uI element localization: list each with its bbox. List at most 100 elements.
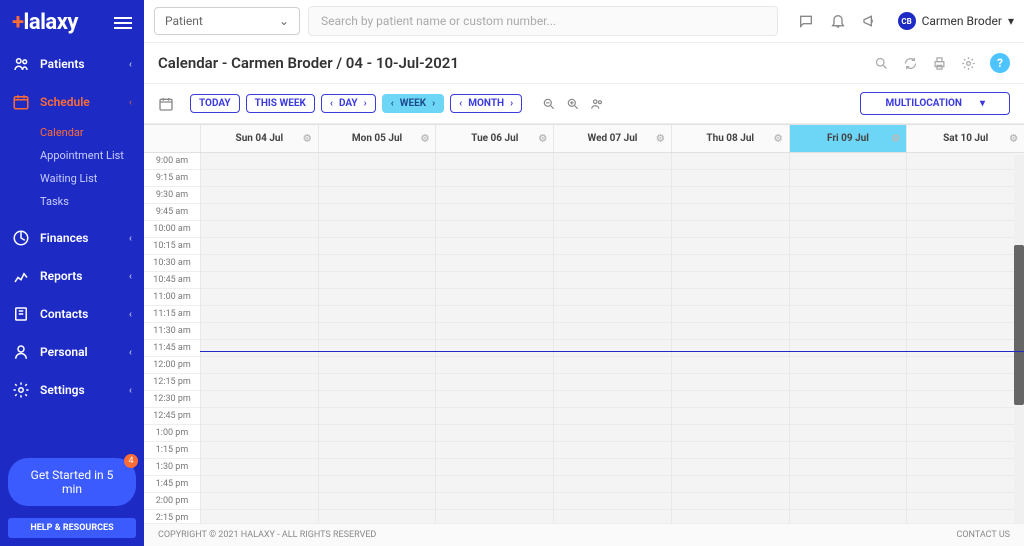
time-label: 12:15 pm [144,374,200,391]
time-label: 12:45 pm [144,408,200,425]
multilocation-button[interactable]: MULTILOCATION▾ [860,92,1010,115]
day-header[interactable]: Wed 07 Jul⚙ [553,125,671,152]
page-title: Calendar - Carmen Broder / 04 - 10-Jul-2… [158,54,459,72]
gear-icon[interactable]: ⚙ [891,133,900,144]
help-resources-button[interactable]: HELP & RESOURCES [8,518,136,538]
nav-schedule[interactable]: Schedule ‹ [0,83,144,121]
time-label: 11:00 am [144,289,200,306]
nav-label: Personal [40,345,88,359]
gear-icon[interactable] [961,56,976,71]
day-header[interactable]: Sun 04 Jul⚙ [200,125,318,152]
nav-label: Contacts [40,307,88,321]
chevron-left-icon: ‹ [129,347,132,358]
nav-label: Schedule [40,95,90,109]
calendar-icon[interactable] [158,96,174,112]
time-label: 9:45 am [144,204,200,221]
copyright: COPYRIGHT © 2021 HALAXY - ALL RIGHTS RES… [158,530,376,540]
nav-patients[interactable]: Patients ‹ [0,45,144,83]
gear-icon[interactable]: ⚙ [303,133,312,144]
day-header[interactable]: Sat 10 Jul⚙ [906,125,1024,152]
subnav-appointment-list[interactable]: Appointment List [40,144,144,167]
time-label: 12:30 pm [144,391,200,408]
day-column[interactable] [789,153,907,523]
gear-icon[interactable]: ⚙ [1009,133,1018,144]
day-header[interactable]: Tue 06 Jul⚙ [435,125,553,152]
schedule-icon [12,93,30,111]
subnav-calendar[interactable]: Calendar [40,121,144,144]
get-started-badge: 4 [124,454,138,468]
megaphone-icon[interactable] [862,13,878,29]
time-label: 10:45 am [144,272,200,289]
refresh-icon[interactable] [903,56,918,71]
subnav-tasks[interactable]: Tasks [40,190,144,213]
contact-link[interactable]: CONTACT US [956,530,1010,540]
time-label: 1:00 pm [144,425,200,442]
search-type-select[interactable]: Patient ⌄ [154,7,300,35]
search-input[interactable] [308,6,778,36]
chevron-left-icon: ‹ [129,271,132,282]
print-icon[interactable] [932,56,947,71]
gear-icon[interactable]: ⚙ [656,133,665,144]
time-label: 10:00 am [144,221,200,238]
nav-personal[interactable]: Personal ‹ [0,333,144,371]
gear-icon[interactable]: ⚙ [420,133,429,144]
time-label: 2:00 pm [144,493,200,510]
scrollbar-thumb[interactable] [1014,245,1024,405]
avatar: CB [898,12,916,30]
chevron-left-icon: ‹ [129,97,132,108]
chevron-left-icon: ‹ [129,233,132,244]
people-icon[interactable] [590,97,604,111]
gear-icon[interactable]: ⚙ [774,133,783,144]
day-header[interactable]: Fri 09 Jul⚙ [789,125,907,152]
nav-settings[interactable]: Settings ‹ [0,371,144,409]
chevron-left-icon: ‹ [129,59,132,70]
gear-icon[interactable]: ⚙ [538,133,547,144]
time-label: 1:15 pm [144,442,200,459]
nav-label: Reports [40,269,82,283]
day-column[interactable] [906,153,1024,523]
personal-icon [12,343,30,361]
day-column[interactable] [671,153,789,523]
day-column[interactable] [200,153,318,523]
time-label: 1:30 pm [144,459,200,476]
day-view-button[interactable]: ‹DAY› [321,94,376,113]
this-week-button[interactable]: THIS WEEK [246,94,315,113]
nav-reports[interactable]: Reports ‹ [0,257,144,295]
scrollbar[interactable] [1014,155,1024,523]
topbar: Patient ⌄ CB Carmen Broder ▾ [144,0,1024,43]
user-menu[interactable]: CB Carmen Broder ▾ [898,12,1014,30]
day-column[interactable] [553,153,671,523]
zoom-in-icon[interactable] [566,97,580,111]
contacts-icon [12,305,30,323]
time-label: 9:15 am [144,170,200,187]
chevron-left-icon: ‹ [129,385,132,396]
bell-icon[interactable] [830,13,846,29]
finances-icon [12,229,30,247]
patients-icon [12,55,30,73]
sidebar: +lalaxy Patients ‹ Schedule ‹ Calendar A… [0,0,144,546]
day-header[interactable]: Mon 05 Jul⚙ [318,125,436,152]
get-started-button[interactable]: Get Started in 5 min 4 [8,458,136,506]
day-column[interactable] [318,153,436,523]
time-label: 12:00 pm [144,357,200,374]
subnav-waiting-list[interactable]: Waiting List [40,167,144,190]
today-button[interactable]: TODAY [190,94,240,113]
chat-icon[interactable] [798,13,814,29]
chevron-left-icon: ‹ [129,309,132,320]
caret-down-icon: ▾ [1008,14,1014,28]
week-view-button[interactable]: ‹WEEK› [382,94,445,113]
time-label: 2:15 pm [144,510,200,523]
month-view-button[interactable]: ‹MONTH› [450,94,522,113]
menu-toggle-icon[interactable] [114,14,132,32]
day-header[interactable]: Thu 08 Jul⚙ [671,125,789,152]
zoom-out-icon[interactable] [542,97,556,111]
nav-finances[interactable]: Finances ‹ [0,219,144,257]
day-column[interactable] [435,153,553,523]
search-icon[interactable] [874,56,889,71]
schedule-submenu: Calendar Appointment List Waiting List T… [0,121,144,219]
nav-contacts[interactable]: Contacts ‹ [0,295,144,333]
help-icon[interactable]: ? [990,53,1010,73]
nav-label: Patients [40,57,85,71]
time-label: 11:15 am [144,306,200,323]
time-label: 10:15 am [144,238,200,255]
